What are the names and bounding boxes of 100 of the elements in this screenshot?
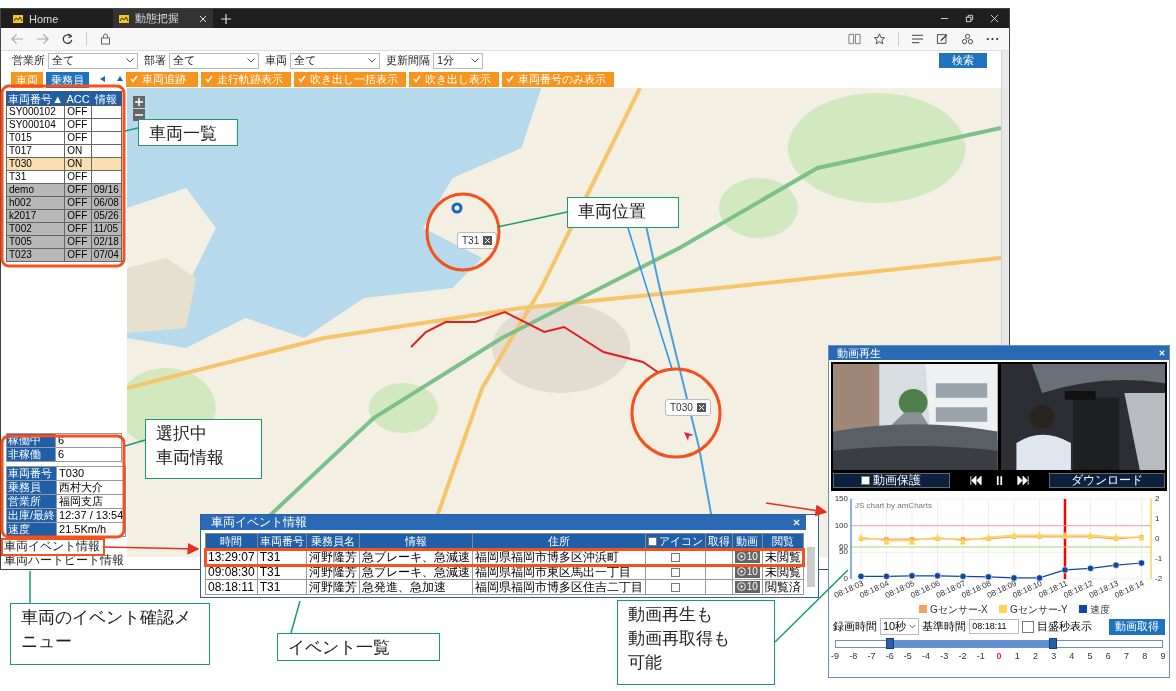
data-point bbox=[1087, 564, 1094, 572]
checkbox[interactable] bbox=[670, 568, 680, 578]
plus-icon[interactable] bbox=[221, 13, 231, 24]
restore-icon[interactable] bbox=[965, 14, 974, 23]
scale-label: 8 bbox=[1142, 651, 1148, 661]
time-field[interactable]: 08:18:11 bbox=[969, 619, 1020, 634]
data-point bbox=[883, 572, 890, 580]
data-point bbox=[1036, 574, 1043, 582]
scale-label: -2 bbox=[958, 651, 967, 661]
table-cell: T017 bbox=[6, 144, 65, 158]
axis-label: -1 bbox=[1155, 554, 1163, 563]
table-row[interactable]: k2017 OFF 05/26 bbox=[6, 209, 122, 223]
search-button[interactable]: 検索 bbox=[939, 53, 987, 68]
checkbox[interactable] bbox=[670, 583, 680, 593]
book-icon[interactable] bbox=[848, 33, 861, 45]
fetch-video-button[interactable]: 動画取得 bbox=[1109, 618, 1165, 635]
pen-icon[interactable] bbox=[936, 33, 949, 45]
menu-icon[interactable] bbox=[911, 33, 924, 45]
chevron-down-icon bbox=[909, 624, 917, 629]
data-point bbox=[934, 572, 941, 580]
legend-swatch bbox=[1079, 605, 1087, 613]
table-row[interactable]: T017 ON bbox=[6, 144, 122, 158]
data-point bbox=[1036, 531, 1043, 539]
table-row[interactable]: SY000102 OFF bbox=[6, 105, 122, 119]
scrollbar[interactable] bbox=[806, 547, 815, 587]
data-point bbox=[985, 573, 992, 581]
collapse-up-icon[interactable] bbox=[117, 76, 123, 82]
menu-link[interactable]: 車両イベント情報 bbox=[4, 539, 127, 553]
legend-swatch bbox=[919, 605, 927, 613]
data-point bbox=[908, 572, 916, 580]
table-row[interactable]: T023 OFF 07/04 bbox=[6, 248, 122, 262]
chevron-down-icon bbox=[126, 58, 134, 63]
slider-handle[interactable] bbox=[1049, 638, 1058, 649]
table-cell: SY000102 bbox=[6, 105, 65, 119]
browser-tab[interactable]: 動態把握 bbox=[113, 9, 213, 28]
slider-handle[interactable] bbox=[886, 638, 895, 649]
table-cell: T31 bbox=[257, 579, 307, 595]
scale-label: -9 bbox=[831, 651, 839, 661]
table-row[interactable]: SY000104 OFF bbox=[6, 118, 122, 132]
field-label: 基準時間 bbox=[922, 619, 967, 634]
data-point bbox=[1087, 531, 1094, 539]
callout-text: 車両のイベント確認メニュー bbox=[10, 603, 210, 665]
table-row[interactable]: T030 ON bbox=[6, 157, 122, 171]
table-row[interactable]: 08:18:11 T31 河野隆芳 急発進、急加速 福岡県福岡市博多区住吉二丁目 10 閲覧済 bbox=[205, 579, 804, 595]
play-video-button[interactable]: 10 bbox=[734, 580, 760, 593]
scale-label: -7 bbox=[867, 651, 876, 661]
table-cell: T015 bbox=[6, 131, 65, 145]
filter-dropdown[interactable]: 全て bbox=[290, 52, 380, 69]
duration-dropdown[interactable]: 10秒 bbox=[880, 618, 920, 635]
page-icon bbox=[119, 14, 129, 23]
close-icon[interactable] bbox=[990, 14, 999, 23]
table-cell: T31 bbox=[6, 170, 65, 184]
table-cell: 河野隆芳 bbox=[306, 579, 360, 595]
table-cell: 閲覧済 bbox=[762, 579, 804, 595]
column-header[interactable]: ACC bbox=[64, 91, 92, 106]
data-point bbox=[857, 572, 865, 580]
scale-label: 9 bbox=[1160, 651, 1166, 661]
filter-label: 営業所 bbox=[12, 53, 45, 68]
data-point bbox=[1112, 561, 1120, 569]
column-header[interactable]: 情報 bbox=[91, 91, 122, 106]
table-row[interactable]: T015 OFF bbox=[6, 131, 122, 145]
skip-forward-icon[interactable] bbox=[1016, 476, 1029, 485]
table-row[interactable]: T31 OFF bbox=[6, 170, 122, 184]
column-header[interactable]: 車両番号▲ bbox=[6, 91, 65, 106]
checkbox[interactable] bbox=[1022, 620, 1035, 633]
page-icon bbox=[13, 14, 23, 23]
download-button[interactable]: ダウンロード bbox=[1048, 473, 1165, 488]
field-label: 車両番号 bbox=[6, 466, 57, 481]
table-row[interactable]: demo OFF 09/16 bbox=[6, 183, 122, 197]
table-cell: 河野隆芳 bbox=[306, 564, 360, 580]
filter-dropdown[interactable]: 全て bbox=[48, 52, 138, 69]
axis-label: 2 bbox=[1155, 494, 1160, 503]
filter-dropdown[interactable]: 全て bbox=[169, 52, 259, 69]
share-icon[interactable] bbox=[961, 33, 974, 45]
chevron-down-icon bbox=[368, 58, 376, 63]
scale-label: 4 bbox=[1069, 651, 1075, 661]
close-icon[interactable] bbox=[199, 14, 207, 23]
table-cell: ON bbox=[64, 144, 92, 158]
table-row[interactable]: T005 OFF 02/18 bbox=[6, 235, 122, 249]
table-row[interactable]: h002 OFF 06/08 bbox=[6, 196, 122, 210]
chevron-down-icon bbox=[471, 58, 479, 63]
star-icon[interactable] bbox=[873, 33, 886, 45]
play-icon bbox=[736, 567, 746, 576]
range-slider[interactable] bbox=[835, 640, 1163, 648]
legend-label: Gセンサー-X bbox=[930, 603, 988, 615]
table-cell: 08:18:11 bbox=[205, 579, 258, 595]
scale-label: 5 bbox=[1087, 651, 1093, 661]
scale-label: 0 bbox=[996, 651, 1002, 661]
checkbox-label: 目盛秒表示 bbox=[1037, 619, 1093, 634]
leader-line bbox=[29, 570, 31, 604]
table-row[interactable]: T002 OFF 11/05 bbox=[6, 222, 122, 236]
table-cell: OFF bbox=[64, 131, 92, 145]
callout-text: イベント一覧 bbox=[277, 633, 440, 661]
scale-label: -1 bbox=[976, 651, 985, 661]
field-value: T030 bbox=[56, 466, 126, 481]
data-point bbox=[959, 572, 967, 580]
filter-dropdown[interactable]: 1分 bbox=[433, 52, 483, 69]
refresh-icon[interactable] bbox=[61, 33, 74, 45]
collapse-left-icon[interactable] bbox=[100, 76, 106, 82]
more-icon[interactable] bbox=[986, 37, 999, 41]
